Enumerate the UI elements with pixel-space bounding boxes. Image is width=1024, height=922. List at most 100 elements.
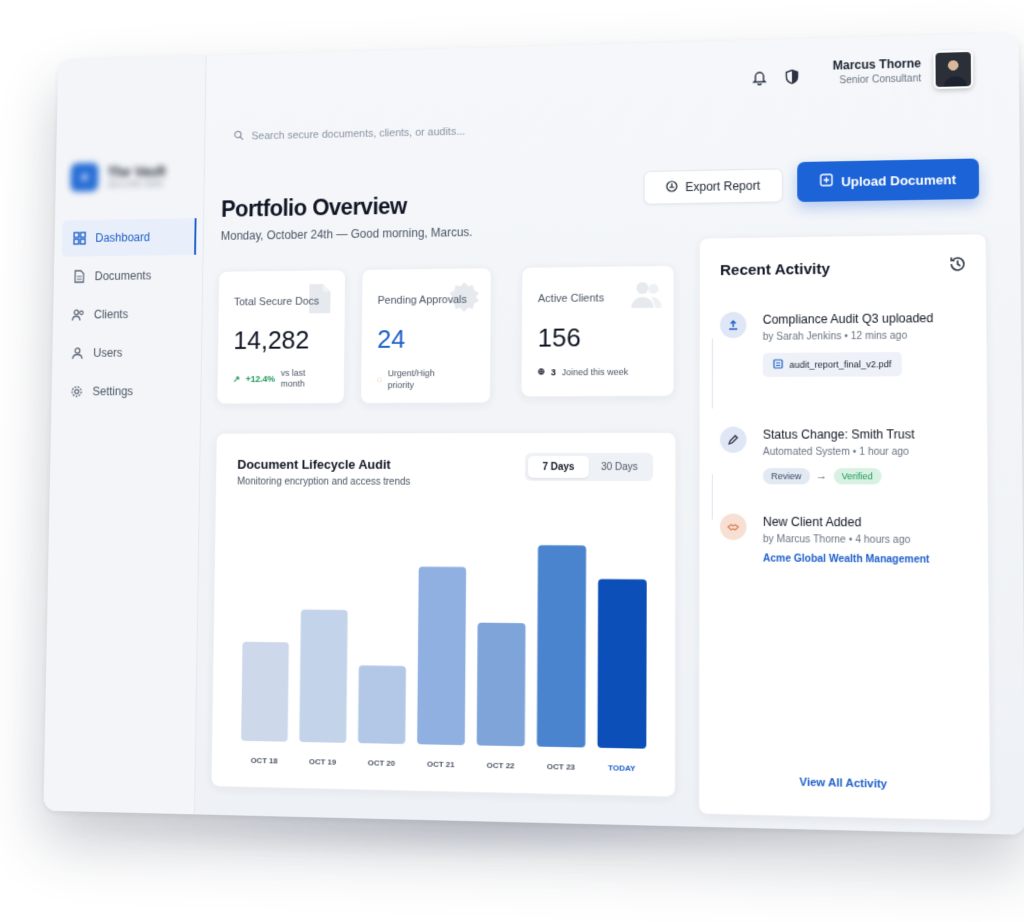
activity-heading: New Client Added [762, 514, 862, 530]
stat-value: 156 [537, 322, 581, 353]
file-name: audit_report_final_v2.pdf [789, 359, 892, 370]
sidebar-item-documents[interactable]: Documents [61, 257, 196, 295]
chart-bar[interactable] [597, 579, 647, 749]
sidebar-item-clients[interactable]: Clients [60, 295, 195, 333]
export-label: Export Report [685, 178, 761, 195]
timeline-line [711, 474, 713, 520]
brand-name: The Vault [107, 163, 166, 180]
timeline-line [711, 338, 713, 409]
sidebar-item-label: Dashboard [95, 230, 151, 245]
search-input[interactable]: Search secure documents, clients, or aud… [224, 118, 483, 151]
plus-circle-icon: ⊕ [537, 366, 546, 377]
chart-bar[interactable] [299, 609, 348, 743]
sidebar-item-label: Clients [93, 307, 129, 322]
range-7-days[interactable]: 7 Days [527, 455, 589, 478]
history-icon[interactable] [948, 255, 967, 279]
clients-icon [72, 308, 85, 322]
activity-heading: Compliance Audit Q3 uploaded [762, 311, 934, 327]
range-30-days[interactable]: 30 Days [589, 456, 650, 478]
stat-value: 14,282 [233, 325, 310, 355]
range-toggle: 7 Days 30 Days [524, 452, 654, 482]
sidebar-item-label: Documents [94, 268, 152, 283]
chart-tick-label: OCT 19 [309, 757, 337, 767]
stage: ✦ The Vault SECURE DMS Dashboard Documen… [0, 0, 1024, 922]
chart-tick-label: OCT 21 [427, 760, 455, 770]
activity-meta: by Sarah Jenkins • 12 mins ago [762, 330, 908, 343]
upload-icon [720, 311, 747, 339]
page-title: Portfolio Overview [220, 193, 407, 222]
user-profile[interactable]: Marcus Thorne Senior Consultant [832, 49, 974, 92]
file-icon [773, 359, 783, 371]
stat-note: vs last month [280, 367, 306, 389]
chart-bar[interactable] [357, 665, 406, 745]
stat-card-total-docs: Total Secure Docs 14,282 ↗ +12.4% vs las… [216, 269, 347, 405]
activity-title: Recent Activity [720, 260, 831, 280]
recent-activity-panel: Recent Activity Compliance Audit Q3 uplo… [698, 233, 992, 822]
stat-footer: ◌ Urgent/High priority [377, 367, 447, 391]
sidebar-item-label: Users [93, 346, 123, 360]
avatar[interactable] [933, 49, 974, 90]
file-attachment[interactable]: audit_report_final_v2.pdf [762, 351, 903, 378]
client-link[interactable]: Acme Global Wealth Management [763, 553, 971, 566]
chart-bar[interactable] [536, 545, 587, 748]
stat-label: Active Clients [537, 292, 605, 306]
upload-document-button[interactable]: Upload Document [797, 158, 980, 203]
sidebar-item-settings[interactable]: Settings [59, 373, 194, 410]
sidebar-item-dashboard[interactable]: Dashboard [61, 218, 197, 257]
gear-icon [70, 385, 83, 399]
users-icon [629, 278, 663, 317]
activity-item: Compliance Audit Q3 uploaded by Sarah Je… [720, 310, 967, 378]
stat-card-pending: Pending Approvals 24 ◌ Urgent/High prior… [360, 267, 492, 404]
brand-logo: ✦ [70, 162, 99, 192]
activity-heading: Status Change: Smith Trust [762, 427, 915, 442]
plus-square-icon [820, 173, 833, 189]
chart-subtitle: Monitoring encryption and access trends [237, 476, 411, 488]
chart-tick-label: TODAY [608, 763, 636, 773]
alert-icon: ◌ [376, 374, 383, 385]
pencil-icon [719, 426, 747, 453]
chart-bar[interactable] [476, 622, 526, 747]
status-badge: Review [762, 468, 810, 485]
bar-chart: OCT 18 OCT 19 OCT 20 OCT 21 OCT 22 OCT 23 TODA… [241, 545, 647, 773]
top-actions [751, 68, 800, 90]
stat-footer: ⊕ 3 Joined this week [537, 366, 628, 377]
view-all-activity-link[interactable]: View All Activity [699, 774, 989, 793]
stat-label: Total Secure Docs [233, 295, 320, 309]
chart-tick-label: OCT 18 [251, 756, 279, 766]
sidebar-item-users[interactable]: Users [59, 334, 194, 372]
user-name: Marcus Thorne [832, 56, 922, 73]
status-change: Review → Verified [762, 468, 971, 485]
sidebar-item-label: Settings [92, 384, 134, 399]
stat-note: Joined this week [561, 366, 629, 377]
sidebar: ✦ The Vault SECURE DMS Dashboard Documen… [43, 55, 207, 815]
chart-title: Document Lifecycle Audit [237, 457, 391, 472]
stat-footer: ↗ +12.4% vs last month [233, 368, 320, 390]
export-report-button[interactable]: Export Report [643, 168, 783, 205]
chart-bar[interactable] [417, 566, 467, 746]
brand: ✦ The Vault SECURE DMS [70, 161, 166, 192]
dashboard-icon [73, 232, 86, 246]
stat-delta: 3 [550, 366, 556, 377]
export-icon [666, 180, 678, 195]
user-role: Senior Consultant [839, 73, 922, 87]
status-badge: Verified [833, 468, 882, 485]
activity-meta: Automated System • 1 hour ago [762, 446, 909, 458]
activity-item: Status Change: Smith Trust Automated Sys… [719, 426, 968, 485]
upload-label: Upload Document [841, 171, 957, 189]
handshake-icon [719, 513, 747, 541]
search-placeholder: Search secure documents, clients, or aud… [251, 125, 466, 143]
search-icon [233, 130, 244, 144]
stat-delta: +12.4% [245, 374, 276, 384]
trend-up-icon: ↗ [232, 373, 241, 384]
chart-tick-label: OCT 20 [368, 758, 396, 768]
shield-icon[interactable] [784, 68, 800, 89]
chart-tick-label: OCT 22 [487, 761, 516, 771]
document-icon [72, 270, 85, 284]
stat-card-clients: Active Clients 156 ⊕ 3 Joined this week [520, 264, 675, 398]
brand-subtitle: SECURE DMS [107, 178, 164, 190]
stat-note: Urgent/High priority [387, 368, 435, 391]
activity-item: New Client Added by Marcus Thorne • 4 ho… [719, 513, 969, 566]
app-window: ✦ The Vault SECURE DMS Dashboard Documen… [43, 32, 1024, 835]
chart-bar[interactable] [241, 641, 289, 742]
bell-icon[interactable] [751, 69, 767, 90]
